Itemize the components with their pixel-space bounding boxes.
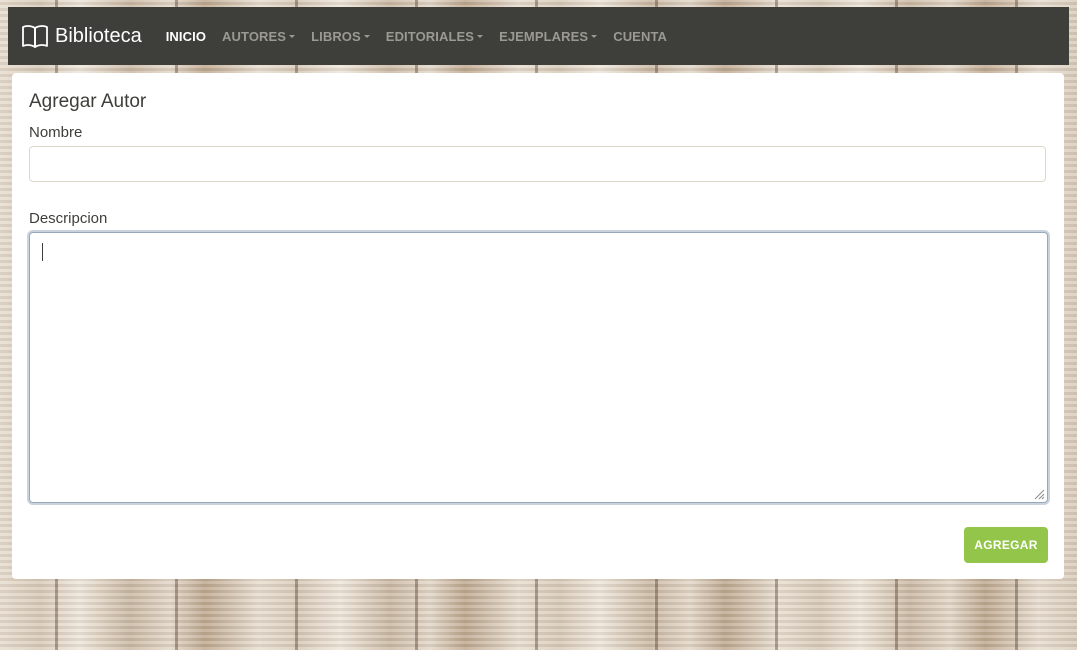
nombre-label: Nombre — [29, 124, 83, 141]
add-author-card: Agregar Autor Nombre Descripcion AGREGAR — [12, 73, 1064, 579]
nav-item-libros[interactable]: LIBROS — [311, 29, 370, 44]
page-title: Agregar Autor — [29, 91, 147, 112]
text-cursor — [42, 243, 43, 261]
nav-item-editoriales[interactable]: EDITORIALES — [386, 29, 484, 44]
navbar: Biblioteca INICIO AUTORES LIBROS EDITORI… — [8, 7, 1069, 65]
nav-item-cuenta[interactable]: CUENTA — [613, 29, 667, 44]
nav-item-ejemplares[interactable]: EJEMPLARES — [499, 29, 598, 44]
descripcion-textarea[interactable] — [29, 232, 1048, 503]
descripcion-label: Descripcion — [29, 210, 108, 227]
nav-item-inicio[interactable]: INICIO — [166, 29, 206, 44]
nombre-input[interactable] — [29, 146, 1046, 182]
nav-item-autores[interactable]: AUTORES — [222, 29, 296, 44]
agregar-button[interactable]: AGREGAR — [964, 527, 1048, 563]
resize-grip-icon[interactable] — [1033, 487, 1045, 500]
caret-down-icon — [477, 35, 484, 38]
brand-link[interactable]: Biblioteca — [21, 7, 142, 65]
book-open-icon — [21, 23, 49, 49]
main-nav: INICIO AUTORES LIBROS EDITORIALES EJEMPL… — [166, 7, 683, 65]
caret-down-icon — [289, 35, 296, 38]
caret-down-icon — [363, 35, 370, 38]
caret-down-icon — [591, 35, 598, 38]
brand-name: Biblioteca — [55, 24, 142, 47]
